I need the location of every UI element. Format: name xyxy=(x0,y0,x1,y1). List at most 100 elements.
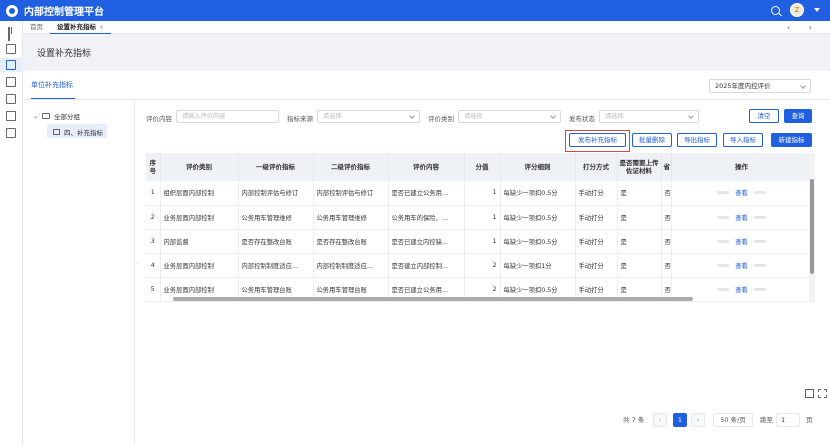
cell-no: 1 xyxy=(146,181,161,206)
vertical-scrollbar[interactable] xyxy=(810,179,814,274)
document-settings-icon[interactable] xyxy=(6,60,16,70)
folder-icon[interactable] xyxy=(6,111,16,121)
status-select[interactable]: 请选择 xyxy=(599,110,699,123)
cell-category: 业务层面内部控制 xyxy=(160,205,239,230)
tab-settings[interactable]: 设置补充指标 × xyxy=(50,21,112,34)
chevron-down-icon[interactable] xyxy=(814,8,820,12)
tab-home[interactable]: 首页 xyxy=(23,21,50,34)
view-link[interactable]: 查看 xyxy=(735,261,748,270)
column-settings-icon[interactable] xyxy=(805,389,814,398)
table-header-row: 序号 评价类别 一级评价指标 二级评价指标 评价内容 分值 评分细则 打分方式 … xyxy=(146,153,812,181)
col-header: 一级评价指标 xyxy=(238,153,314,181)
avatar[interactable]: Z xyxy=(790,3,804,17)
search-icon[interactable] xyxy=(771,5,780,15)
action-placeholder xyxy=(717,215,730,219)
action-placeholder xyxy=(753,287,766,291)
folder-icon xyxy=(42,113,51,119)
source-placeholder: 请选择 xyxy=(323,113,342,120)
home-icon[interactable] xyxy=(6,44,16,54)
chevron-down-icon xyxy=(550,113,556,119)
source-label: 指标来源 xyxy=(287,115,313,123)
year-select-value: 2025年度内控评价 xyxy=(715,82,771,90)
table-row[interactable]: 1 组织层面内部控制 内部控制评估与修订 内部控制评估与修订 是否已建立公务用…… xyxy=(146,181,812,206)
tab-unit-indicators[interactable]: 单位补充指标 xyxy=(31,80,73,90)
next-page-button[interactable]: › xyxy=(691,413,705,427)
clear-button[interactable]: 清空 xyxy=(749,109,779,123)
col-header: 评价内容 xyxy=(388,153,465,181)
cell-category: 组织层面内部控制 xyxy=(160,181,239,206)
action-placeholder xyxy=(717,191,730,195)
divider xyxy=(23,99,830,100)
tab-label: 设置补充指标 xyxy=(57,22,96,31)
cell-actions: 查看 xyxy=(671,253,812,278)
col-header: 是否需要上传佐证材料 xyxy=(617,153,662,181)
source-select[interactable]: 请选择 xyxy=(317,110,420,123)
view-link[interactable]: 查看 xyxy=(735,285,748,294)
chevron-down-icon[interactable]: ⌄ xyxy=(33,113,38,120)
document-list-icon[interactable] xyxy=(6,94,16,104)
category-select[interactable]: 请选择 xyxy=(458,110,561,123)
resize-handle[interactable]: ⋮ xyxy=(133,260,140,266)
cell-level1: 内部控制制度适应… xyxy=(238,253,314,278)
cell-no: 3 xyxy=(146,229,161,254)
tab-scroll-arrows[interactable]: ‹ › xyxy=(787,21,820,34)
cell-rule: 每缺少一项扣1分 xyxy=(500,253,576,278)
cell-extra: 否 xyxy=(661,181,672,206)
action-placeholder xyxy=(753,215,766,219)
cell-actions: 查看 xyxy=(671,229,812,254)
close-icon[interactable]: × xyxy=(99,24,104,31)
year-select[interactable]: 2025年度内控评价 xyxy=(709,79,811,93)
cell-content: 是否已建立公务用… xyxy=(388,181,465,206)
batch-delete-button[interactable]: 批量删除 xyxy=(632,133,672,147)
main-card: 单位补充指标 2025年度内控评价 ⌄ 全部分组 四、补充指标 ⋮ 评价内容 请… xyxy=(23,71,830,445)
tab-bar: 首页 设置补充指标 × ‹ › xyxy=(23,21,830,34)
cell-upload: 是 xyxy=(617,181,662,206)
table-row[interactable]: 4 业务层面内部控制 内部控制制度适应… 内部控制制度适应… 是否建立内部控制…… xyxy=(146,253,812,278)
query-button[interactable]: 查询 xyxy=(784,109,812,123)
content-label: 评价内容 xyxy=(146,115,172,123)
fullscreen-icon[interactable] xyxy=(818,389,827,398)
table-row[interactable]: 2 业务层面内部控制 公务用车管理维修 公务用车管理维修 公务用车的保险、… 1… xyxy=(146,205,812,230)
cell-no: 5 xyxy=(146,277,161,302)
export-button[interactable]: 导出指标 xyxy=(677,133,717,147)
view-link[interactable]: 查看 xyxy=(735,237,748,246)
action-placeholder xyxy=(753,239,766,243)
page-title: 设置补充指标 xyxy=(37,49,92,59)
cell-category: 内部监督 xyxy=(160,229,239,254)
cell-actions: 查看 xyxy=(671,205,812,230)
tree-root-label: 全部分组 xyxy=(54,113,81,121)
col-header: 操作 xyxy=(671,153,812,181)
menu-toggle-icon[interactable] xyxy=(8,27,15,41)
page-size-select[interactable]: 50 条/页 xyxy=(713,413,753,427)
document-gear-icon[interactable] xyxy=(6,128,16,138)
publish-indicator-button[interactable]: 发布补充指标 xyxy=(569,133,626,147)
cell-extra: 否 xyxy=(661,229,672,254)
prev-page-button[interactable]: ‹ xyxy=(653,413,667,427)
document-check-icon[interactable] xyxy=(6,77,16,87)
group-tree: ⌄ 全部分组 四、补充指标 ⋮ xyxy=(23,100,140,445)
view-link[interactable]: 查看 xyxy=(735,188,748,197)
tree-child-label: 四、补充指标 xyxy=(64,129,103,137)
create-indicator-button[interactable]: 新建指标 xyxy=(771,133,812,147)
status-placeholder: 请选择 xyxy=(605,113,624,120)
import-button[interactable]: 导入指标 xyxy=(723,133,763,147)
cell-level2: 是否存在整改台账 xyxy=(313,229,389,254)
horizontal-scrollbar[interactable] xyxy=(173,297,693,301)
cell-method: 手动打分 xyxy=(575,205,618,230)
content-input[interactable]: 请输入评价内容 xyxy=(176,110,279,123)
view-link[interactable]: 查看 xyxy=(735,213,748,222)
tree-node-supplement[interactable]: 四、补充指标 xyxy=(53,127,103,137)
page-1-button[interactable]: 1 xyxy=(673,413,687,427)
action-placeholder xyxy=(753,263,766,267)
cell-level1: 公务用车管理维修 xyxy=(238,205,314,230)
table-row[interactable]: 3 内部监督 是否存在整改台账 是否存在整改台账 是否已建立内控缺… 1 每缺少… xyxy=(146,229,812,254)
jump-input[interactable]: 1 xyxy=(776,413,800,427)
cell-level2: 内部控制制度适应… xyxy=(313,253,389,278)
top-right-actions: Z xyxy=(771,3,820,17)
jump-label: 跳至 xyxy=(760,416,773,424)
cell-no: 4 xyxy=(146,253,161,278)
col-header: 二级评价指标 xyxy=(313,153,389,181)
document-icon xyxy=(53,129,60,135)
tree-node-root[interactable]: ⌄ 全部分组 xyxy=(33,111,81,122)
cell-level2: 内部控制评估与修订 xyxy=(313,181,389,206)
